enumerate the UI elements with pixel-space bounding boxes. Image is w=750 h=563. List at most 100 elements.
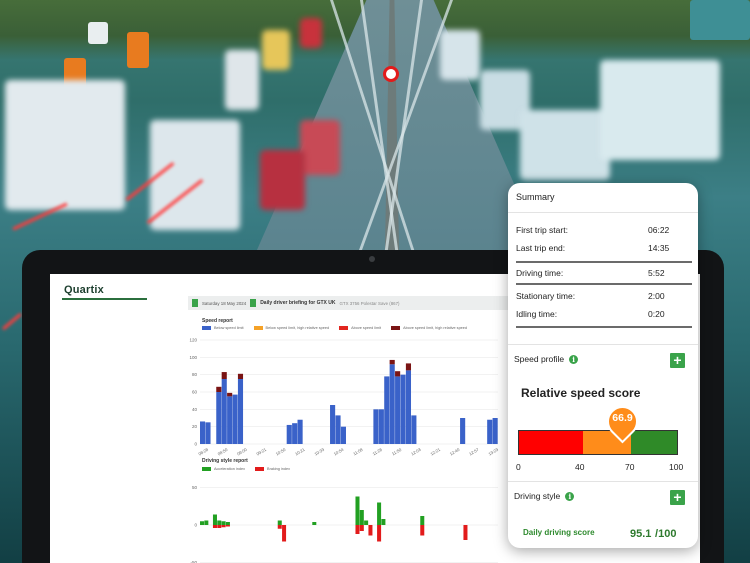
- speed-profile-header: Speed profile i: [514, 354, 579, 364]
- driving-time-label: Driving time:: [516, 268, 564, 278]
- x-tick-label: 10:33: [313, 447, 325, 457]
- speed-profile-label: Speed profile: [514, 354, 565, 364]
- speed-bar: [200, 421, 206, 444]
- summary-title: Summary: [508, 183, 698, 213]
- stationary-time-label: Stationary time:: [516, 291, 576, 301]
- speed-bar: [460, 418, 466, 444]
- speed-bar: [227, 396, 233, 444]
- x-tick-label: 11:50: [391, 447, 403, 457]
- expand-driving-style-button[interactable]: +: [670, 490, 685, 505]
- speed-limit-sign: [383, 66, 399, 82]
- speed-bar-above-limit: [237, 373, 244, 379]
- first-trip-row: First trip start: 06:22: [516, 225, 688, 235]
- acceleration-bar: [420, 516, 425, 525]
- speed-bar: [395, 376, 401, 444]
- vehicle: [262, 30, 290, 70]
- x-tick-label: 08:28: [197, 447, 209, 457]
- legend-braking: Braking index: [255, 467, 290, 471]
- x-tick-label: 09:21: [255, 447, 267, 457]
- acceleration-bar: [312, 522, 317, 525]
- speed-bar-above-limit: [405, 363, 412, 371]
- acceleration-bar: [204, 520, 209, 525]
- briefing-title: Daily driver briefing for GTX UK: [260, 300, 336, 306]
- daily-driving-score-label: Daily driving score: [523, 528, 595, 537]
- x-tick-label: 12:57: [468, 447, 480, 457]
- speed-bar: [378, 409, 384, 444]
- speed-bar: [492, 418, 498, 444]
- speed-bar-above-limit: [216, 386, 222, 392]
- x-tick-label: 12:03: [410, 447, 422, 457]
- speed-bar: [340, 426, 346, 444]
- relative-speed-score-value: 66.9: [612, 412, 633, 424]
- speed-bar: [286, 424, 292, 444]
- divider: [516, 283, 692, 285]
- x-tick-label: 10:50: [275, 447, 287, 457]
- y-tick-label: 0: [194, 523, 197, 528]
- braking-bar: [377, 525, 382, 542]
- info-icon[interactable]: i: [565, 491, 575, 501]
- x-tick-label: 11:28: [372, 447, 384, 457]
- next-day-button[interactable]: [250, 299, 257, 307]
- speed-bar: [405, 370, 412, 444]
- braking-bar: [217, 525, 222, 528]
- first-trip-value: 06:22: [648, 225, 670, 235]
- acceleration-bar: [359, 510, 364, 525]
- y-tick-label: 60: [192, 390, 198, 395]
- y-tick-label: 50: [192, 485, 198, 490]
- vehicle: [300, 120, 340, 175]
- acceleration-bar: [200, 521, 205, 525]
- y-tick-label: 80: [192, 372, 198, 377]
- speed-bar: [205, 422, 211, 444]
- scale-tick: 100: [669, 462, 684, 472]
- idling-time-label: Idling time:: [516, 309, 558, 319]
- speed-bar: [400, 374, 406, 444]
- x-tick-label: 12:40: [449, 447, 461, 457]
- driving-style-label: Driving style: [514, 491, 561, 501]
- acceleration-bar: [212, 514, 217, 525]
- divider: [516, 261, 692, 263]
- relative-speed-score-title: Relative speed score: [521, 386, 641, 400]
- last-trip-value: 14:35: [648, 243, 670, 253]
- braking-bar: [359, 525, 364, 531]
- expand-speed-profile-button[interactable]: +: [670, 353, 685, 368]
- last-trip-label: Last trip end:: [516, 243, 566, 253]
- vehicle: [5, 80, 125, 210]
- x-tick-label: 10:54: [333, 447, 345, 457]
- y-tick-label: 100: [189, 355, 197, 360]
- braking-bar: [277, 525, 282, 529]
- acceleration-bar: [381, 519, 386, 525]
- logo-underline: [62, 298, 147, 300]
- speed-report-title: Speed report: [202, 318, 233, 324]
- speed-bar: [292, 423, 298, 444]
- scale-tick: 40: [575, 462, 585, 472]
- acceleration-bar: [225, 522, 230, 525]
- briefing-date: Saturday 18 May 2024: [202, 300, 247, 306]
- braking-bar: [355, 525, 360, 534]
- x-tick-label: 12:21: [429, 447, 441, 457]
- road-sign: [127, 32, 149, 68]
- stationary-time-value: 2:00: [648, 291, 665, 301]
- webcam: [369, 256, 375, 262]
- speed-bar: [216, 392, 222, 444]
- speed-bar: [221, 379, 227, 444]
- speed-bar: [389, 364, 395, 444]
- info-icon[interactable]: i: [569, 354, 579, 364]
- stationary-time-row: Stationary time: 2:00: [516, 291, 688, 301]
- speed-bar: [487, 419, 493, 444]
- daily-driving-score-max: /100: [655, 528, 677, 540]
- legend-below-limit: Below speed limit: [202, 326, 244, 330]
- acceleration-bar: [221, 521, 226, 525]
- braking-bar: [463, 525, 468, 540]
- acceleration-bar: [217, 520, 222, 525]
- prev-day-button[interactable]: [192, 299, 198, 307]
- briefing-subtitle: GTX 3756 Polestar Save (867): [339, 300, 400, 306]
- x-tick-label: 11:08: [352, 447, 364, 457]
- vehicle: [150, 120, 240, 230]
- vehicle: [520, 110, 610, 180]
- y-tick-label: 120: [189, 338, 197, 343]
- driving-time-value: 5:52: [648, 268, 665, 278]
- first-trip-label: First trip start:: [516, 225, 568, 235]
- daily-driving-score-value: 95.1: [630, 528, 652, 540]
- legend-below-limit-high: Below speed limit, high relative speed: [253, 326, 329, 330]
- speed-bar: [335, 415, 341, 444]
